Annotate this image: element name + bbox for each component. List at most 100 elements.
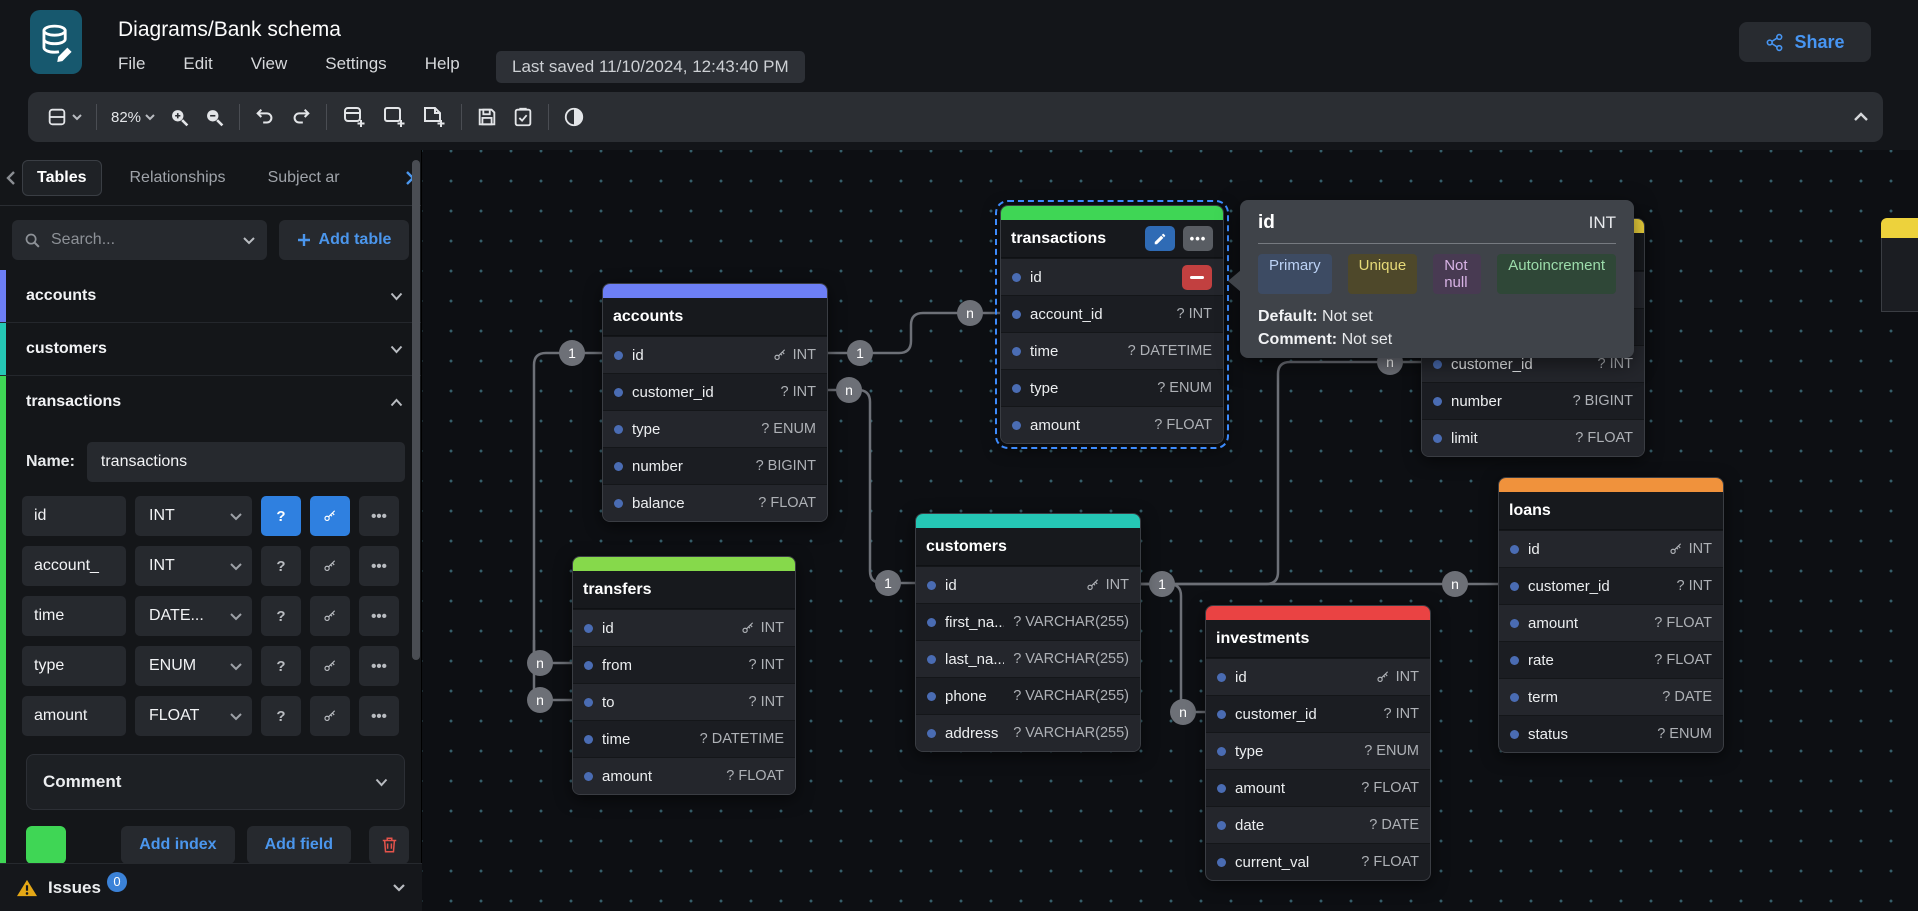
accordion-header-transactions[interactable]: transactions bbox=[0, 376, 421, 428]
chevron-down-icon[interactable] bbox=[392, 883, 406, 893]
field-more-button[interactable]: ••• bbox=[359, 696, 399, 736]
field-name-input[interactable]: type bbox=[22, 646, 126, 686]
delete-table-button[interactable] bbox=[369, 826, 409, 864]
table-field-row[interactable]: amount? FLOAT bbox=[1001, 406, 1223, 443]
field-more-button[interactable]: ••• bbox=[359, 496, 399, 536]
table-field-row[interactable]: type? ENUM bbox=[603, 410, 827, 447]
menu-item-help[interactable]: Help bbox=[425, 54, 460, 74]
diagram-table-loans[interactable]: loans idINT customer_id? INT amount? FLO… bbox=[1498, 477, 1724, 753]
edit-table-button[interactable] bbox=[1145, 226, 1175, 251]
issues-bar[interactable]: Issues 0 bbox=[0, 863, 422, 911]
tab-relationships[interactable]: Relationships bbox=[116, 161, 240, 195]
field-type-select[interactable]: INT bbox=[135, 546, 252, 586]
table-field-row[interactable]: number? BIGINT bbox=[1422, 382, 1644, 419]
remove-field-button[interactable] bbox=[1182, 265, 1212, 290]
field-nullable-toggle[interactable]: ? bbox=[261, 646, 301, 686]
field-nullable-toggle[interactable]: ? bbox=[261, 496, 301, 536]
table-name-input[interactable]: transactions bbox=[87, 442, 405, 482]
menu-item-settings[interactable]: Settings bbox=[325, 54, 386, 74]
table-field-row[interactable]: type? ENUM bbox=[1001, 369, 1223, 406]
offscreen-table-sliver[interactable] bbox=[1881, 218, 1918, 312]
diagram-table-transactions[interactable]: transactions ••• id account_id? INT time… bbox=[1000, 205, 1224, 444]
table-field-row[interactable]: amount? FLOAT bbox=[1206, 769, 1430, 806]
todo-button[interactable] bbox=[512, 106, 534, 128]
field-primary-toggle[interactable] bbox=[310, 696, 350, 736]
field-primary-toggle[interactable] bbox=[310, 596, 350, 636]
table-field-row[interactable]: customer_id? INT bbox=[603, 373, 827, 410]
field-type-select[interactable]: INT bbox=[135, 496, 252, 536]
table-field-row[interactable]: type? ENUM bbox=[1206, 732, 1430, 769]
field-nullable-toggle[interactable]: ? bbox=[261, 696, 301, 736]
table-color-swatch[interactable] bbox=[26, 826, 66, 864]
table-field-row[interactable]: time? DATETIME bbox=[573, 720, 795, 757]
table-field-row[interactable]: account_id? INT bbox=[1001, 295, 1223, 332]
table-field-row[interactable]: first_na...? VARCHAR(255) bbox=[916, 603, 1140, 640]
diagram-table-customers[interactable]: customers idINT first_na...? VARCHAR(255… bbox=[915, 513, 1141, 752]
field-primary-toggle[interactable] bbox=[310, 496, 350, 536]
share-button[interactable]: Share bbox=[1739, 22, 1871, 62]
table-field-row[interactable]: customer_id? INT bbox=[1499, 567, 1723, 604]
table-field-row[interactable]: time? DATETIME bbox=[1001, 332, 1223, 369]
add-note-button[interactable] bbox=[421, 104, 447, 130]
layout-panels-button[interactable] bbox=[46, 106, 82, 128]
field-name-input[interactable]: id bbox=[22, 496, 126, 536]
tab-tables[interactable]: Tables bbox=[22, 160, 102, 196]
accordion-header-accounts[interactable]: accounts bbox=[0, 270, 421, 322]
field-nullable-toggle[interactable]: ? bbox=[261, 546, 301, 586]
add-index-button[interactable]: Add index bbox=[121, 826, 234, 864]
table-field-row[interactable]: balance? FLOAT bbox=[603, 484, 827, 521]
field-nullable-toggle[interactable]: ? bbox=[261, 596, 301, 636]
table-field-row[interactable]: from? INT bbox=[573, 646, 795, 683]
field-type-select[interactable]: ENUM bbox=[135, 646, 252, 686]
table-field-row[interactable]: idINT bbox=[1206, 658, 1430, 695]
field-more-button[interactable]: ••• bbox=[359, 546, 399, 586]
accordion-header-customers[interactable]: customers bbox=[0, 323, 421, 375]
field-primary-toggle[interactable] bbox=[310, 646, 350, 686]
field-name-input[interactable]: time bbox=[22, 596, 126, 636]
table-field-row[interactable]: idINT bbox=[1499, 530, 1723, 567]
table-field-row[interactable]: to? INT bbox=[573, 683, 795, 720]
theme-contrast-button[interactable] bbox=[563, 106, 585, 128]
menu-item-edit[interactable]: Edit bbox=[183, 54, 212, 74]
table-field-row[interactable]: amount? FLOAT bbox=[1499, 604, 1723, 641]
field-type-select[interactable]: FLOAT bbox=[135, 696, 252, 736]
field-type-select[interactable]: DATE... bbox=[135, 596, 252, 636]
field-name-input[interactable]: account_ bbox=[22, 546, 126, 586]
zoom-level-dropdown[interactable]: 82% bbox=[111, 109, 155, 126]
field-name-input[interactable]: amount bbox=[22, 696, 126, 736]
zoom-out-button[interactable] bbox=[204, 107, 225, 128]
table-field-row[interactable]: phone? VARCHAR(255) bbox=[916, 677, 1140, 714]
table-field-row[interactable]: customer_id? INT bbox=[1206, 695, 1430, 732]
add-field-button[interactable]: Add field bbox=[247, 826, 351, 864]
toolbar-collapse-button[interactable] bbox=[1853, 112, 1869, 122]
table-field-row[interactable]: address? VARCHAR(255) bbox=[916, 714, 1140, 751]
table-field-row[interactable]: idINT bbox=[573, 609, 795, 646]
comment-section[interactable]: Comment bbox=[26, 754, 405, 810]
table-field-row[interactable]: status? ENUM bbox=[1499, 715, 1723, 752]
save-button[interactable] bbox=[476, 106, 498, 128]
table-field-row[interactable]: amount? FLOAT bbox=[573, 757, 795, 794]
table-field-row[interactable]: limit? FLOAT bbox=[1422, 419, 1644, 456]
table-field-row[interactable]: number? BIGINT bbox=[603, 447, 827, 484]
add-table-button-sidebar[interactable]: Add table bbox=[279, 220, 409, 260]
table-field-row[interactable]: last_na...? VARCHAR(255) bbox=[916, 640, 1140, 677]
table-field-row[interactable]: current_val? FLOAT bbox=[1206, 843, 1430, 880]
table-field-row[interactable]: idINT bbox=[916, 566, 1140, 603]
diagram-table-accounts[interactable]: accounts idINT customer_id? INT type? EN… bbox=[602, 283, 828, 522]
table-field-row[interactable]: date? DATE bbox=[1206, 806, 1430, 843]
zoom-in-button[interactable] bbox=[169, 107, 190, 128]
table-field-row[interactable]: idINT bbox=[603, 336, 827, 373]
field-more-button[interactable]: ••• bbox=[359, 596, 399, 636]
field-more-button[interactable]: ••• bbox=[359, 646, 399, 686]
undo-button[interactable] bbox=[254, 106, 276, 128]
field-primary-toggle[interactable] bbox=[310, 546, 350, 586]
add-area-button[interactable] bbox=[381, 104, 407, 130]
drawdb-logo-icon[interactable] bbox=[30, 10, 82, 74]
table-field-row[interactable]: id bbox=[1001, 258, 1223, 295]
diagram-table-transfers[interactable]: transfers idINT from? INT to? INT time? … bbox=[572, 556, 796, 795]
table-field-row[interactable]: rate? FLOAT bbox=[1499, 641, 1723, 678]
table-more-button[interactable]: ••• bbox=[1183, 226, 1213, 251]
add-table-button[interactable] bbox=[341, 104, 367, 130]
menu-item-view[interactable]: View bbox=[251, 54, 288, 74]
sidebar-scrollbar[interactable] bbox=[412, 160, 420, 660]
